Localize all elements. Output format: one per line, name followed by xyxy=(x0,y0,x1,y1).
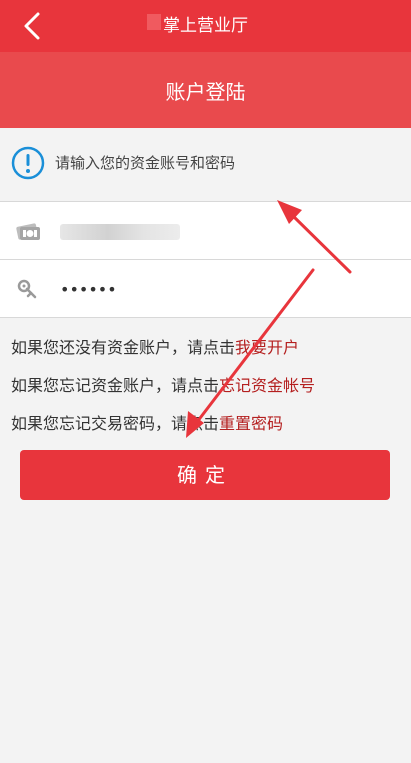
reset-password-link[interactable]: 重置密码 xyxy=(219,414,283,433)
link-prefix: 如果您还没有资金账户，请点击 xyxy=(11,338,236,357)
app-title: 掌上营业厅 xyxy=(163,16,248,36)
password-input[interactable] xyxy=(60,269,380,309)
forgot-account-row: 如果您忘记资金账户，请点击忘记资金帐号 xyxy=(11,372,315,396)
forgot-account-link[interactable]: 忘记资金帐号 xyxy=(219,376,315,395)
login-notice: 请输入您的资金账号和密码 xyxy=(0,128,411,202)
open-account-row: 如果您还没有资金账户，请点击我要开户 xyxy=(11,334,299,358)
exclamation-circle-icon xyxy=(11,146,45,180)
open-account-link[interactable]: 我要开户 xyxy=(235,338,299,357)
link-prefix: 如果您忘记交易密码，请点击 xyxy=(11,414,220,433)
money-icon xyxy=(16,223,40,240)
page-title: 账户登陆 xyxy=(0,52,411,128)
confirm-button[interactable]: 确定 xyxy=(20,450,390,500)
link-prefix: 如果您忘记资金账户，请点击 xyxy=(11,376,220,395)
notice-text: 请输入您的资金账号和密码 xyxy=(55,154,236,172)
key-icon xyxy=(17,279,37,299)
reset-password-row: 如果您忘记交易密码，请点击重置密码 xyxy=(11,410,283,434)
redacted-account-value xyxy=(60,224,180,240)
password-field-row xyxy=(0,260,411,318)
top-nav-bar: 掌上营业厅 xyxy=(0,0,411,52)
